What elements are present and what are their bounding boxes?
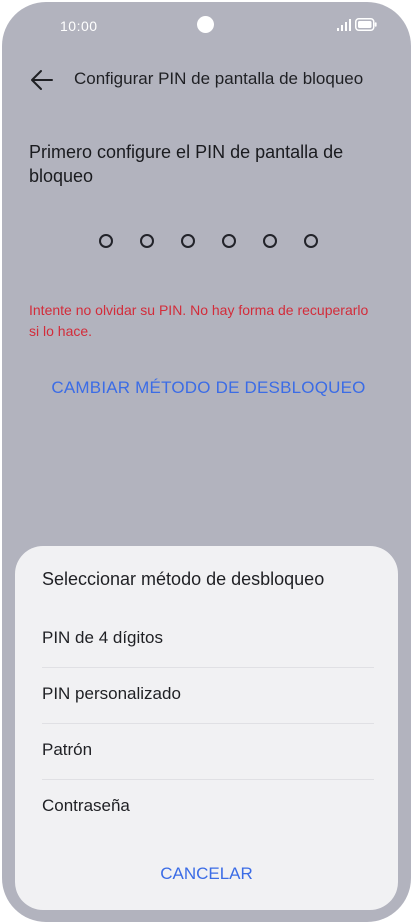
pin-dot: [263, 234, 277, 248]
screen: 10:00 Configurar PIN de pantalla de bloq…: [2, 2, 411, 922]
signal-icon: [337, 19, 351, 31]
pin-entry-indicator: [92, 234, 332, 250]
pin-dot: [99, 234, 113, 248]
option-pattern[interactable]: Patrón: [42, 724, 374, 779]
status-bar: 10:00: [2, 2, 411, 50]
page-title: Configurar PIN de pantalla de bloqueo: [74, 69, 364, 88]
pin-dot: [140, 234, 154, 248]
option-label: Patrón: [42, 740, 93, 759]
option-pin-4-digits[interactable]: PIN de 4 dígitos: [42, 612, 374, 667]
back-arrow-icon[interactable]: [28, 66, 56, 94]
unlock-method-sheet: Seleccionar método de desbloqueo PIN de …: [15, 546, 398, 910]
pin-dot: [181, 234, 195, 248]
option-label: PIN de 4 dígitos: [42, 628, 163, 647]
front-camera-icon: [197, 16, 214, 33]
pin-warning-text: Intente no olvidar su PIN. No hay forma …: [29, 302, 369, 339]
pin-dot: [304, 234, 318, 248]
change-unlock-method-button[interactable]: CAMBIAR MÉTODO DE DESBLOQUEO: [2, 378, 411, 398]
option-custom-pin[interactable]: PIN personalizado: [42, 668, 374, 723]
app-header: Configurar PIN de pantalla de bloqueo: [2, 58, 411, 102]
sheet-title: Seleccionar método de desbloqueo: [42, 569, 325, 589]
option-label: Contraseña: [42, 796, 130, 815]
battery-icon: [355, 18, 377, 31]
pin-instruction: Primero configure el PIN de pantalla de …: [29, 142, 344, 186]
phone-frame: 10:00 Configurar PIN de pantalla de bloq…: [0, 0, 413, 924]
cancel-button[interactable]: CANCELAR: [15, 864, 398, 884]
option-password[interactable]: Contraseña: [42, 780, 374, 835]
option-label: PIN personalizado: [42, 684, 181, 703]
status-time: 10:00: [60, 18, 98, 34]
pin-dot: [222, 234, 236, 248]
